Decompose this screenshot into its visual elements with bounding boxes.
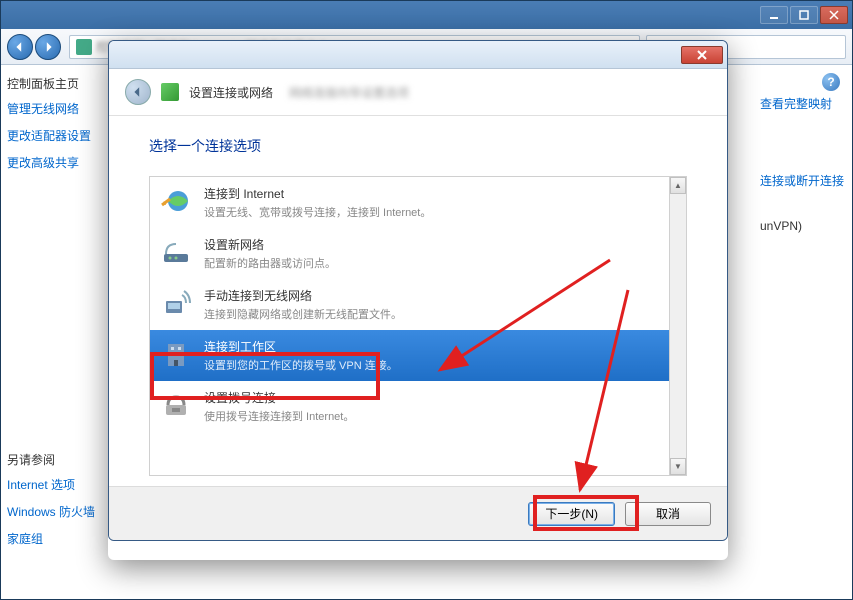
right-pane: 查看完整映射 连接或断开连接 unVPN) [760, 95, 844, 253]
maximize-button[interactable] [790, 6, 818, 24]
right-link-connect[interactable]: 连接或断开连接 [760, 172, 844, 189]
right-link-vpn: unVPN) [760, 219, 844, 233]
help-icon[interactable]: ? [822, 73, 840, 91]
nav-buttons [7, 34, 63, 60]
location-icon [76, 39, 92, 55]
forward-button[interactable] [35, 34, 61, 60]
option-title: 连接到工作区 [204, 338, 676, 355]
option-desc: 配置新的路由器或访问点。 [204, 255, 676, 271]
option-title: 设置新网络 [204, 236, 676, 253]
dialog-footer: 下一步(N) 取消 [109, 486, 727, 540]
sidebar-link-adapter[interactable]: 更改适配器设置 [7, 127, 105, 144]
sidebar-link-wireless[interactable]: 管理无线网络 [7, 100, 105, 117]
option-title: 连接到 Internet [204, 185, 676, 202]
dialog-titlebar [109, 41, 727, 69]
sidebar-link-firewall[interactable]: Windows 防火墙 [7, 503, 105, 520]
globe-icon [160, 185, 192, 217]
sidebar-link-internet-options[interactable]: Internet 选项 [7, 476, 105, 493]
option-desc: 使用拨号连接连接到 Internet。 [204, 408, 676, 424]
building-icon [160, 338, 192, 370]
option-title: 设置拨号连接 [204, 389, 676, 406]
cancel-button[interactable]: 取消 [625, 502, 711, 526]
option-connect-internet[interactable]: 连接到 Internet 设置无线、宽带或拨号连接，连接到 Internet。 [150, 177, 686, 228]
sidebar-link-sharing[interactable]: 更改高级共享 [7, 154, 105, 171]
window-controls [760, 6, 848, 24]
option-list: 连接到 Internet 设置无线、宽带或拨号连接，连接到 Internet。 … [149, 176, 687, 476]
see-also-heading: 另请参阅 [7, 451, 105, 468]
option-desc: 设置到您的工作区的拨号或 VPN 连接。 [204, 357, 676, 373]
main-titlebar [1, 1, 852, 29]
option-new-network[interactable]: 设置新网络 配置新的路由器或访问点。 [150, 228, 686, 279]
next-button[interactable]: 下一步(N) [528, 502, 615, 526]
wizard-dialog: 设置连接或网络 网络连接向导设置选项 选择一个连接选项 连接到 Internet… [108, 40, 728, 560]
phone-icon [160, 389, 192, 421]
scroll-down-button[interactable]: ▼ [670, 458, 686, 475]
wizard-icon [161, 83, 179, 101]
minimize-button[interactable] [760, 6, 788, 24]
wireless-icon [160, 287, 192, 319]
option-desc: 设置无线、宽带或拨号连接，连接到 Internet。 [204, 204, 676, 220]
scroll-up-button[interactable]: ▲ [670, 177, 686, 194]
sidebar-link-homegroup[interactable]: 家庭组 [7, 530, 105, 547]
dialog-subtitle: 选择一个连接选项 [149, 136, 687, 156]
right-link-map[interactable]: 查看完整映射 [760, 95, 844, 112]
close-button[interactable] [820, 6, 848, 24]
option-manual-wireless[interactable]: 手动连接到无线网络 连接到隐藏网络或创建新无线配置文件。 [150, 279, 686, 330]
router-icon [160, 236, 192, 268]
dialog-body: 选择一个连接选项 连接到 Internet 设置无线、宽带或拨号连接，连接到 I… [109, 116, 727, 486]
blurred-text: 网络连接向导设置选项 [289, 84, 409, 101]
dialog-back-button[interactable] [125, 79, 151, 105]
dialog-header: 设置连接或网络 网络连接向导设置选项 [109, 69, 727, 116]
option-title: 手动连接到无线网络 [204, 287, 676, 304]
scrollbar[interactable]: ▲ ▼ [669, 177, 686, 475]
option-dialup[interactable]: 设置拨号连接 使用拨号连接连接到 Internet。 [150, 381, 686, 432]
option-connect-workplace[interactable]: 连接到工作区 设置到您的工作区的拨号或 VPN 连接。 [150, 330, 686, 381]
dialog-title: 设置连接或网络 [189, 84, 273, 101]
sidebar: 控制面板主页 管理无线网络 更改适配器设置 更改高级共享 另请参阅 Intern… [1, 65, 111, 599]
back-button[interactable] [7, 34, 33, 60]
sidebar-heading: 控制面板主页 [7, 75, 105, 92]
option-desc: 连接到隐藏网络或创建新无线配置文件。 [204, 306, 676, 322]
dialog-close-button[interactable] [681, 46, 723, 64]
